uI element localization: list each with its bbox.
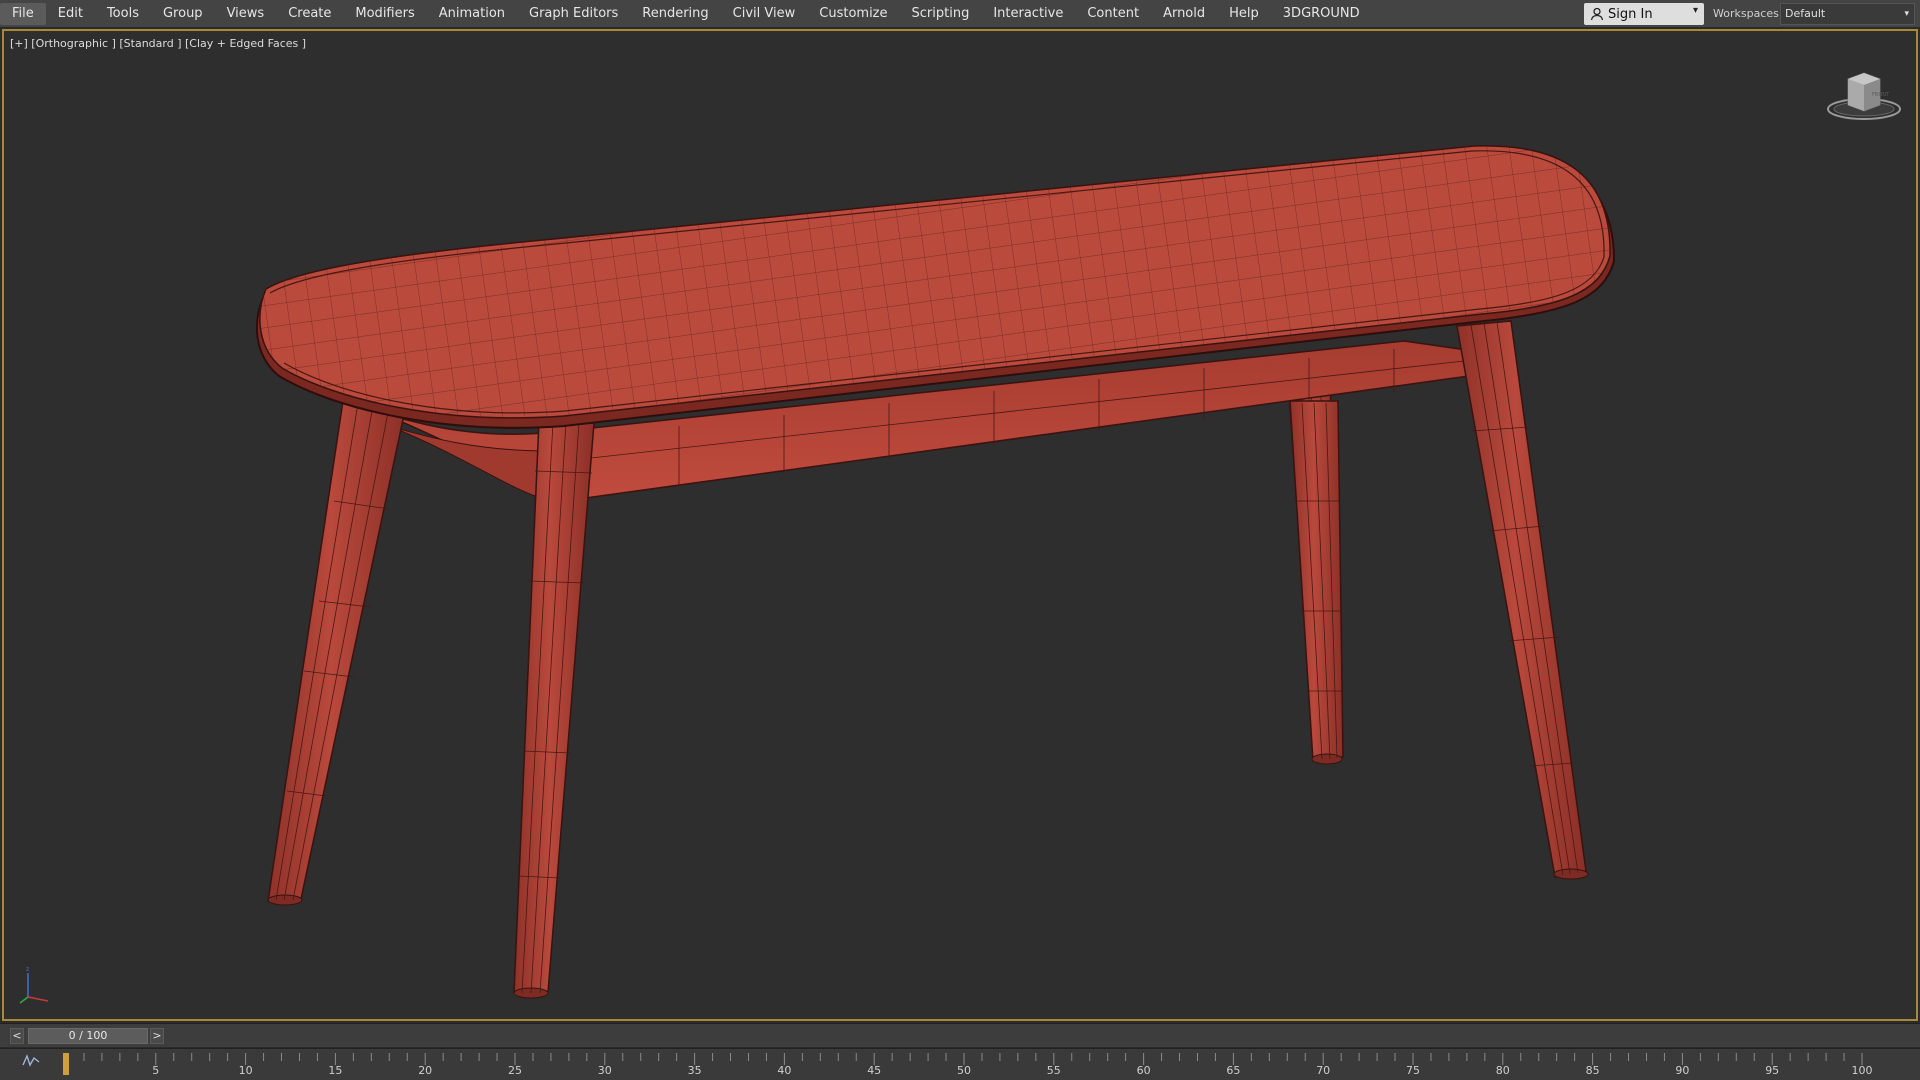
menu-item-views[interactable]: Views [215,3,277,25]
menu-item-help[interactable]: Help [1217,3,1271,25]
frame-tick-label: 55 [1046,1064,1061,1077]
axis-tripod-icon: z [19,966,49,1004]
frame-tick-label: 80 [1495,1064,1510,1077]
workspaces-label: Workspaces: [1713,7,1783,20]
viewcube-face-label: FRONT [1872,92,1890,98]
table-leg-back-left[interactable] [267,380,409,906]
menu-item-tools[interactable]: Tools [95,3,151,25]
previous-frame-button[interactable]: < [10,1028,24,1044]
frame-tick-label: 100 [1851,1064,1873,1077]
svg-text:z: z [26,966,29,973]
menu-item-scripting[interactable]: Scripting [900,3,982,25]
menu-item-graph-editors[interactable]: Graph Editors [517,3,630,25]
frame-tick-label: 95 [1765,1064,1780,1077]
menu-item-3dground[interactable]: 3DGROUND [1271,3,1372,25]
frame-tick-label: 90 [1675,1064,1690,1077]
frame-tick-label: 15 [328,1064,343,1077]
menu-item-create[interactable]: Create [276,3,343,25]
frame-tick-label: 5 [152,1064,160,1077]
table-top[interactable] [255,145,1616,429]
sign-in-dropdown[interactable]: Sign In ▾ [1584,3,1704,25]
menu-item-edit[interactable]: Edit [46,3,95,25]
user-icon [1590,7,1604,21]
menu-item-civil-view[interactable]: Civil View [721,3,808,25]
frame-tick-label: 20 [418,1064,433,1077]
chevron-down-icon: ▾ [1904,9,1909,19]
current-frame-marker[interactable] [63,1053,69,1075]
frame-tick-label: 25 [508,1064,522,1077]
frame-tick-label: 65 [1226,1064,1241,1077]
frame-tick-label: 60 [1136,1064,1151,1077]
menu-item-rendering[interactable]: Rendering [630,3,720,25]
frame-tick-label: 30 [597,1064,612,1077]
workspaces-dropdown[interactable]: Default ▾ [1780,3,1915,25]
frame-tick-label: 50 [957,1064,971,1077]
menu-bar: File Edit Tools Group Views Create Modifiers An… [0,0,1920,28]
frame-tick-label: 35 [687,1064,702,1077]
chevron-down-icon: ▾ [1692,5,1698,16]
time-slider-bar: < 0 / 100 > [0,1023,1920,1047]
next-frame-button[interactable]: > [150,1028,164,1044]
workspace-value: Default [1785,7,1826,20]
sign-in-label: Sign In [1608,6,1653,22]
menu-item-file[interactable]: File [0,2,46,25]
menu-item-modifiers[interactable]: Modifiers [343,3,426,25]
time-slider[interactable]: 0 / 100 [28,1028,148,1044]
table-leg-back-middle[interactable] [1289,400,1344,765]
frame-tick-label: 70 [1316,1064,1331,1077]
frame-tick-label: 85 [1585,1064,1600,1077]
menu-item-interactive[interactable]: Interactive [981,3,1075,25]
scene [255,145,1616,999]
viewcube-icon[interactable]: FRONT [1824,65,1904,125]
menu-item-content[interactable]: Content [1075,3,1151,25]
menu-item-customize[interactable]: Customize [807,3,899,25]
frame-tick-label: 45 [867,1064,882,1077]
menu-item-animation[interactable]: Animation [427,3,517,25]
track-bar[interactable]: 5 10 15 20 25 30 35 40 45 50 55 60 65 70 75 80 85 90 95 100 [0,1048,1920,1080]
frame-tick-label: 10 [238,1064,253,1077]
menu-item-arnold[interactable]: Arnold [1151,3,1217,25]
table-leg-front-left[interactable] [513,420,595,999]
table-leg-front-right[interactable] [1456,320,1589,880]
perspective-viewport[interactable]: [+] [Orthographic ] [Standard ] [Clay + … [2,29,1918,1021]
frame-tick-label: 40 [777,1064,792,1077]
menu-item-group[interactable]: Group [151,3,215,25]
frame-tick-label: 75 [1406,1064,1420,1077]
menu-items: File Edit Tools Group Views Create Modifiers An… [0,0,1372,27]
